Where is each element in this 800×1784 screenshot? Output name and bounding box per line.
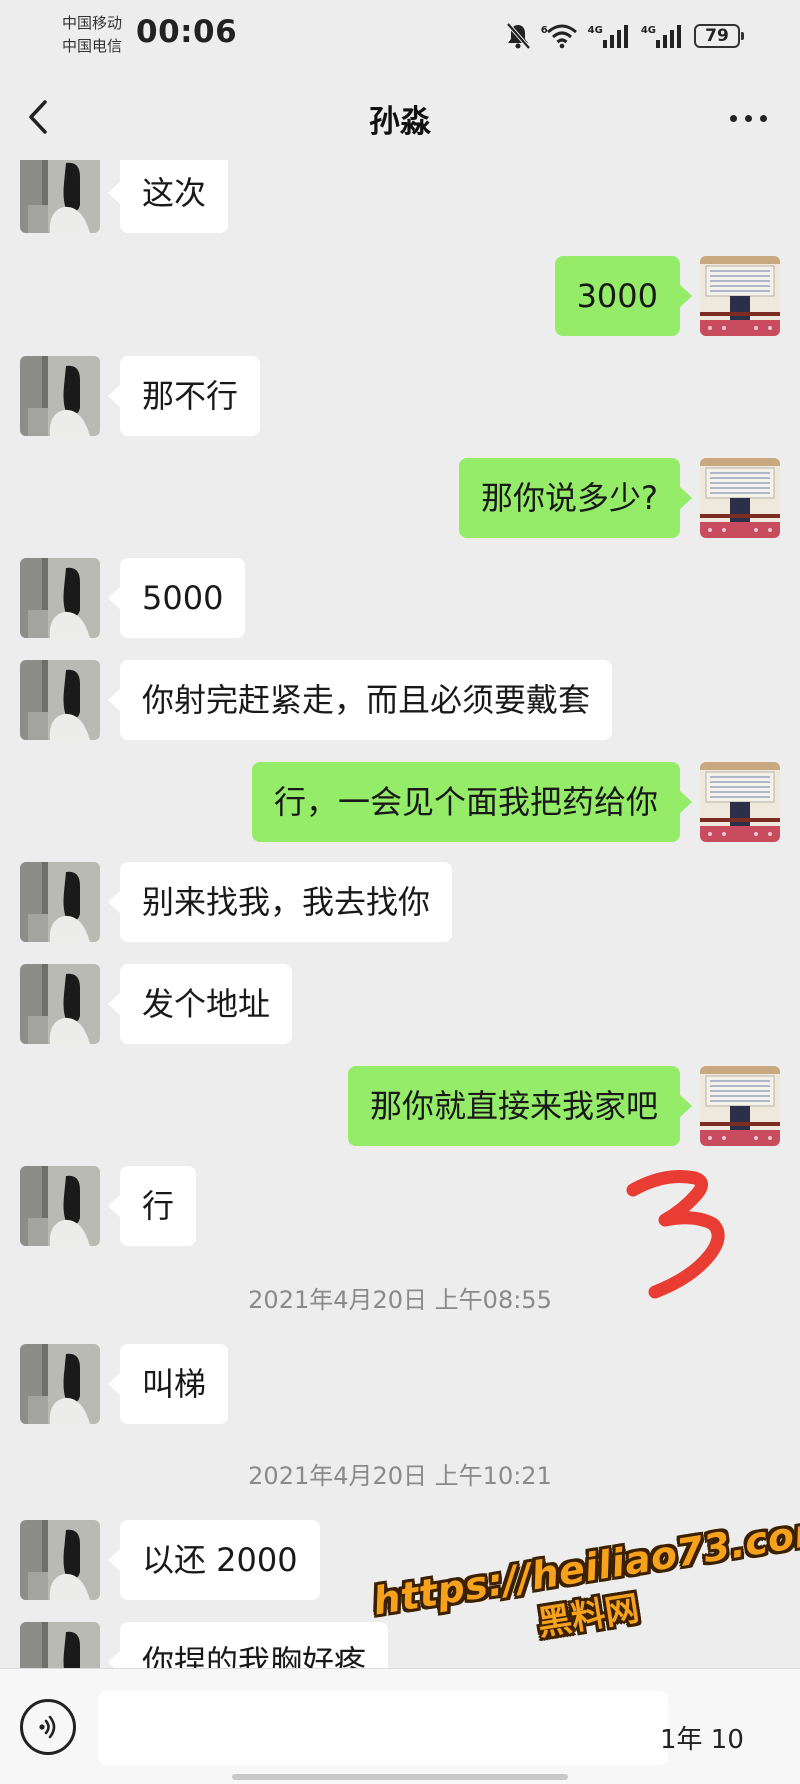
signal-2-icon: 4G (641, 23, 684, 49)
message-row: 别来找我，我去找你 (0, 862, 800, 942)
more-button[interactable] (718, 96, 778, 140)
input-trailing-area: 1年 10 (660, 1719, 744, 1756)
self-avatar[interactable] (700, 1066, 780, 1146)
input-bar: 1年 10 (0, 1668, 800, 1784)
status-icons: 6 4G 4G 79 (505, 22, 744, 50)
chat-header: 孙淼 (0, 72, 800, 168)
contact-avatar[interactable] (20, 160, 100, 233)
red-scribble-mark (626, 1170, 725, 1299)
message-row: 那你就直接来我家吧 (0, 1066, 800, 1146)
message-input[interactable] (98, 1691, 668, 1765)
message-bubble-incoming[interactable]: 行 (107, 1166, 197, 1246)
wifi-icon: 6 (541, 23, 578, 49)
battery-icon: 79 (694, 24, 744, 48)
contact-avatar[interactable] (20, 1166, 100, 1246)
message-row: 你射完赶紧走，而且必须要戴套 (0, 660, 800, 740)
battery-level: 79 (705, 26, 729, 46)
self-avatar[interactable] (700, 256, 780, 336)
message-bubble-incoming[interactable]: 叫梯 (107, 1344, 229, 1424)
signal-1-icon: 4G (588, 23, 631, 49)
message-bubble-incoming[interactable]: 5000 (107, 558, 246, 638)
message-row: 5000 (0, 558, 800, 638)
message-bubble-incoming[interactable]: 那不行 (107, 356, 261, 436)
more-dot (744, 114, 752, 122)
message-row: 这次 (0, 160, 800, 233)
chat-title: 孙淼 (369, 104, 431, 140)
message-row: 发个地址 (0, 964, 800, 1044)
message-bubble-incoming[interactable]: 你射完赶紧走，而且必须要戴套 (107, 660, 613, 740)
carrier-1: 中国移动 (62, 14, 123, 32)
carrier-2: 中国电信 (62, 37, 123, 55)
message-bubble-incoming[interactable]: 以还 2000 (108, 1520, 320, 1600)
input-trailing-text: 1年 10 (660, 1725, 744, 1755)
contact-avatar[interactable] (20, 964, 100, 1044)
message-row: 行，一会见个面我把药给你 (0, 762, 800, 842)
message-list[interactable]: 这次 3000 那不行 那你说多少? 5000 你射完赶紧走，而且必须要戴套 行… (0, 160, 800, 1670)
voice-button[interactable] (20, 1699, 76, 1755)
message-row: 那不行 (0, 356, 800, 436)
message-bubble-incoming[interactable]: 别来找我，我去找你 (107, 862, 453, 942)
mute-bell-icon (505, 22, 531, 50)
message-row: 3000 (0, 256, 800, 336)
message-bubble-incoming[interactable]: 这次 (107, 160, 229, 233)
self-avatar[interactable] (700, 458, 780, 538)
more-dot (729, 114, 737, 122)
message-row: 那你说多少? (0, 458, 800, 538)
contact-avatar[interactable] (20, 660, 100, 740)
contact-avatar[interactable] (20, 862, 100, 942)
home-indicator[interactable] (232, 1774, 568, 1780)
contact-avatar[interactable] (20, 356, 100, 436)
contact-avatar[interactable] (20, 1622, 100, 1670)
contact-avatar[interactable] (20, 1344, 100, 1424)
message-bubble-outgoing[interactable]: 那你说多少? (459, 458, 692, 538)
message-bubble-outgoing[interactable]: 3000 (554, 256, 693, 336)
more-dot (759, 114, 767, 122)
timestamp: 2021年4月20日 上午10:21 (248, 1462, 552, 1490)
message-bubble-outgoing[interactable]: 行，一会见个面我把药给你 (251, 762, 693, 842)
voice-icon (39, 1715, 56, 1739)
contact-avatar[interactable] (20, 558, 100, 638)
status-bar: 中国移动 中国电信 00:06 6 4G 4G 79 (0, 0, 800, 72)
message-row: 叫梯 (0, 1344, 800, 1424)
message-bubble-incoming[interactable]: 你捏的我胸好疼 (107, 1622, 389, 1670)
carrier-labels: 中国移动 中国电信 (62, 12, 122, 58)
contact-avatar[interactable] (20, 1520, 100, 1600)
message-bubble-outgoing[interactable]: 那你就直接来我家吧 (347, 1066, 693, 1146)
self-avatar[interactable] (700, 762, 780, 842)
message-bubble-incoming[interactable]: 发个地址 (107, 964, 293, 1044)
status-time: 00:06 (136, 14, 238, 50)
